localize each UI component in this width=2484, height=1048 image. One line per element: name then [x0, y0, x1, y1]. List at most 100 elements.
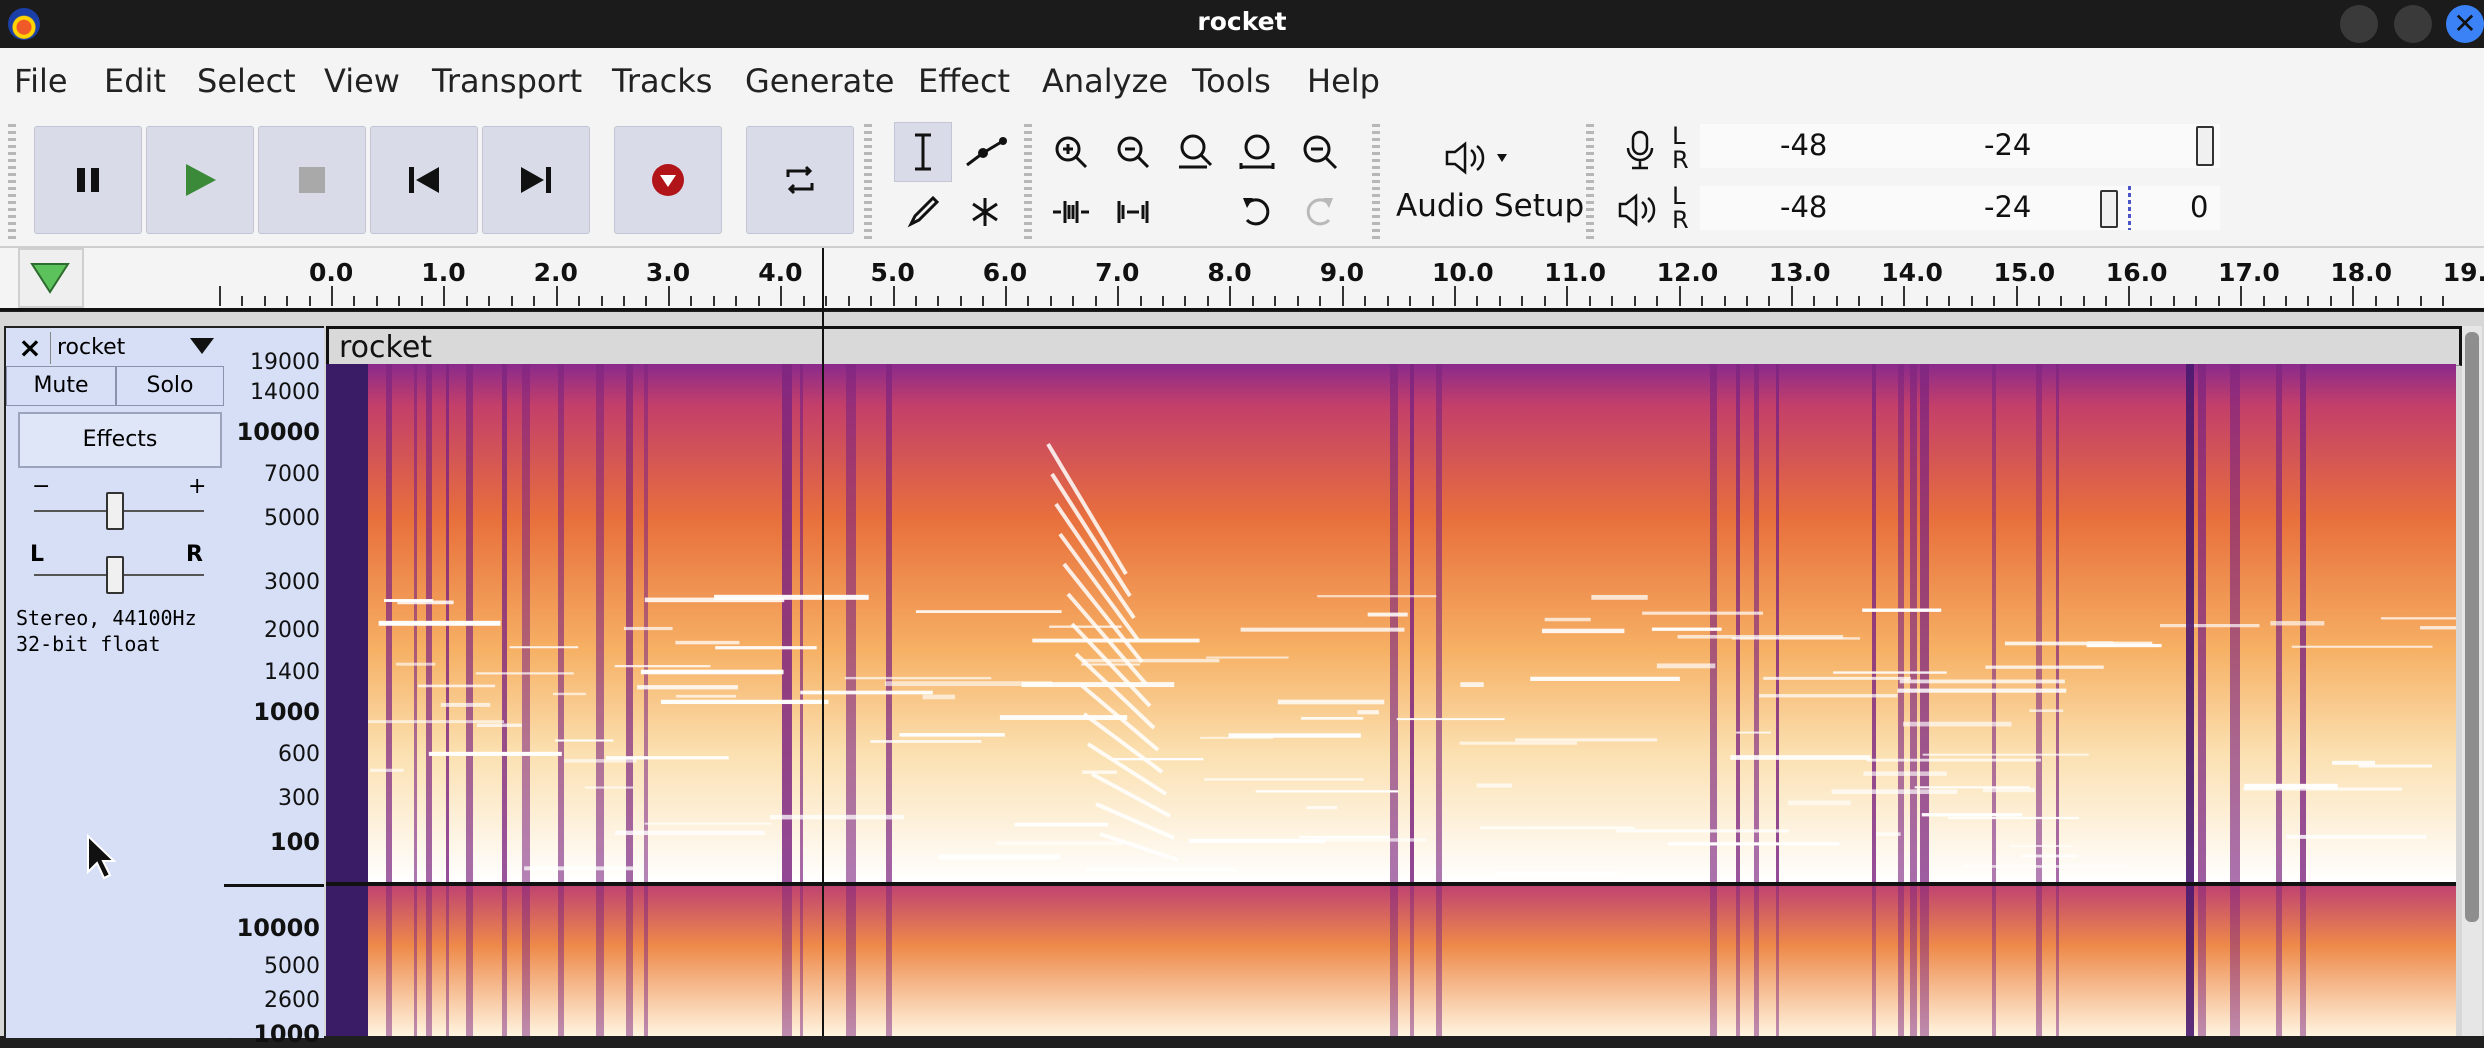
harmonic-line	[922, 694, 955, 700]
spectral-burst	[1736, 886, 1740, 1036]
spectral-burst	[596, 886, 604, 1036]
harmonic-line	[637, 685, 738, 690]
playback-speaker-icon[interactable]	[1614, 188, 1660, 236]
harmonic-line	[2004, 641, 2153, 646]
spectral-burst	[1872, 886, 1876, 1036]
fit-project-button[interactable]	[1228, 122, 1286, 182]
spectral-burst	[2300, 886, 2306, 1036]
zoom-out-button[interactable]	[1104, 122, 1162, 182]
menu-select[interactable]: Select	[197, 62, 296, 100]
undo-button[interactable]	[1228, 182, 1286, 242]
spectral-burst	[446, 886, 449, 1036]
effects-button[interactable]: Effects	[18, 412, 222, 468]
menu-file[interactable]: File	[14, 62, 68, 100]
playback-level-slider[interactable]	[2100, 190, 2118, 228]
microphone-icon[interactable]	[1620, 128, 1660, 176]
record-level-slider[interactable]	[2196, 126, 2214, 166]
zoom-in-button[interactable]	[1042, 122, 1100, 182]
spectrogram-view[interactable]	[326, 364, 2456, 1036]
menu-edit[interactable]: Edit	[104, 62, 166, 100]
ruler-tick	[735, 296, 738, 306]
harmonic-line	[1921, 813, 2023, 817]
menu-effect[interactable]: Effect	[918, 62, 1010, 100]
harmonic-line	[369, 768, 404, 772]
loop-button[interactable]	[746, 126, 854, 234]
pause-button[interactable]	[34, 126, 142, 234]
harmonic-line	[1200, 736, 1274, 739]
envelope-tool-button[interactable]	[956, 122, 1014, 182]
toolbar-area: Audio Setup L R L R -48 -24 -48 -24 0	[0, 118, 2484, 248]
maximize-button[interactable]	[2394, 5, 2432, 43]
ruler-tick	[2172, 296, 2175, 306]
redo-button[interactable]	[1290, 182, 1348, 242]
stop-button[interactable]	[258, 126, 366, 234]
ruler-tick	[1521, 296, 1524, 306]
pan-slider[interactable]	[106, 556, 124, 594]
menu-generate[interactable]: Generate	[745, 62, 894, 100]
mute-button[interactable]: Mute	[6, 366, 116, 406]
audio-setup-button[interactable]	[1436, 128, 1518, 188]
menu-tracks[interactable]: Tracks	[612, 62, 712, 100]
fit-selection-button[interactable]	[1166, 122, 1224, 182]
pencil-icon	[907, 195, 940, 228]
track-name-dropdown[interactable]: rocket	[50, 332, 220, 364]
ruler-tick	[1072, 296, 1075, 306]
spectral-burst	[522, 364, 530, 882]
track-close-button[interactable]: ×	[12, 332, 48, 364]
scrollbar-thumb[interactable]	[2465, 332, 2479, 922]
spectral-burst	[2230, 886, 2240, 1036]
ruler-tick	[2419, 296, 2422, 306]
trim-audio-button[interactable]	[1042, 182, 1100, 242]
solo-button[interactable]: Solo	[116, 366, 224, 406]
clip-header[interactable]: rocket	[326, 326, 2462, 366]
frequency-label: 600	[278, 742, 320, 767]
toolbar-grip[interactable]	[864, 124, 872, 240]
menu-tools[interactable]: Tools	[1192, 62, 1271, 100]
audio-setup-label[interactable]: Audio Setup	[1396, 188, 1584, 224]
close-window-button[interactable]: ✕	[2446, 5, 2484, 43]
harmonic-line	[1530, 676, 1680, 681]
record-meter[interactable]: -48 -24	[1700, 124, 2220, 168]
menu-transport[interactable]: Transport	[432, 62, 582, 100]
toolbar-grip[interactable]	[1586, 124, 1594, 240]
skip-to-start-button[interactable]	[370, 126, 478, 234]
harmonic-line	[1875, 832, 1901, 836]
record-meter-l-label: L	[1672, 122, 1686, 150]
toolbar-grip[interactable]	[8, 124, 16, 240]
menu-help[interactable]: Help	[1307, 62, 1380, 100]
harmonic-line	[605, 756, 729, 760]
timeline-options-button[interactable]	[18, 248, 84, 308]
ruler-tick	[802, 296, 805, 306]
gain-slider[interactable]	[106, 492, 124, 530]
harmonic-line	[555, 739, 614, 742]
spectral-burst	[1776, 886, 1779, 1036]
ruler-tick	[2150, 296, 2153, 306]
play-button[interactable]	[146, 126, 254, 234]
silence-audio-button[interactable]	[1104, 182, 1162, 242]
harmonic-line	[475, 672, 574, 675]
menu-view[interactable]: View	[324, 62, 400, 100]
harmonic-line	[2029, 709, 2064, 713]
toolbar-grip[interactable]	[1372, 124, 1380, 240]
speaker-dropdown-icon	[1445, 141, 1507, 175]
zoom-toggle-button[interactable]	[1290, 122, 1348, 182]
record-button[interactable]	[614, 126, 722, 234]
ruler-tick	[1678, 286, 1681, 306]
ruler-tick	[286, 296, 289, 306]
ruler-label: 6.0	[982, 258, 1028, 287]
draw-tool-button[interactable]	[894, 182, 952, 242]
frequency-label: 3000	[264, 570, 320, 595]
timeline-ruler[interactable]: 0.0 1.0 2.0 3.0 4.0 5.0 6.0 7.0 8.0 9.0 10.0 11.0 12…	[0, 248, 2484, 311]
playback-meter[interactable]: -48 -24 0	[1700, 186, 2220, 230]
ruler-tick	[2442, 296, 2445, 306]
ruler-label: 17.0	[2218, 258, 2280, 287]
menu-analyze[interactable]: Analyze	[1042, 62, 1168, 100]
spectral-burst	[846, 886, 856, 1036]
vertical-scrollbar[interactable]	[2462, 326, 2482, 1036]
frequency-scale[interactable]: 19000 14000 10000 7000 5000 3000 2000 1400 1000 6…	[224, 326, 324, 1048]
multi-tool-button[interactable]	[956, 182, 1014, 242]
selection-tool-button[interactable]	[894, 122, 952, 182]
skip-to-end-button[interactable]	[482, 126, 590, 234]
toolbar-grip[interactable]	[1024, 124, 1032, 240]
minimize-button[interactable]	[2340, 5, 2378, 43]
